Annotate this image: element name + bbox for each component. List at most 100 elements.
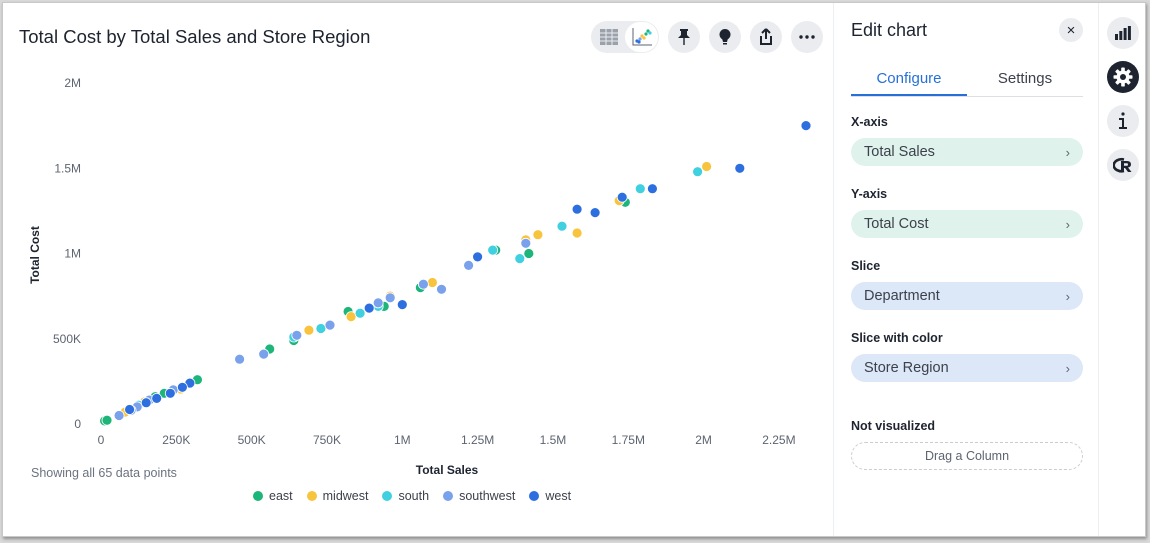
data-point-south[interactable] <box>354 307 366 319</box>
data-point-south[interactable] <box>556 220 568 232</box>
data-point-southwest[interactable] <box>372 297 384 309</box>
data-point-west[interactable] <box>124 404 135 415</box>
data-point-west[interactable] <box>616 191 628 203</box>
x-tick-label: 1M <box>394 433 411 447</box>
y-tick-label: 1M <box>64 247 81 261</box>
data-point-midwest[interactable] <box>571 227 583 239</box>
r-analysis-button[interactable] <box>1107 149 1139 181</box>
y-axis-column-pill[interactable]: Total Cost › <box>851 210 1083 238</box>
x-tick-label: 250K <box>162 433 190 447</box>
data-point-midwest[interactable] <box>701 161 712 172</box>
scatter-plot: 0 500K 1M 1.5M 2M 0 250K 500K 750K 1M 1.25M 1.5M 1.… <box>28 76 812 477</box>
data-point-west[interactable] <box>647 183 658 195</box>
r-language-icon <box>1113 157 1132 173</box>
legend-item-midwest[interactable]: midwest <box>306 489 369 503</box>
data-point-west[interactable] <box>472 251 484 263</box>
tab-configure[interactable]: Configure <box>851 69 967 96</box>
slice-with-color-column-name: Store Region <box>864 360 949 376</box>
settings-gear-icon <box>1113 67 1133 87</box>
x-axis-column-pill[interactable]: Total Sales › <box>851 138 1083 166</box>
slice-label: Slice <box>851 259 881 273</box>
slice-with-color-label: Slice with color <box>851 331 943 345</box>
data-point-east[interactable] <box>523 248 535 259</box>
y-axis-title: Total Cost <box>28 226 42 284</box>
x-axis-title: Total Sales <box>416 463 479 477</box>
y-tick-label: 2M <box>64 76 81 90</box>
chevron-right-icon: › <box>1065 216 1070 232</box>
legend-item-west[interactable]: west <box>529 489 571 503</box>
data-point-midwest[interactable] <box>532 229 544 241</box>
data-point-southwest[interactable] <box>113 410 125 421</box>
data-point-south[interactable] <box>315 323 327 334</box>
data-points-count: Showing all 65 data points <box>31 466 177 480</box>
data-point-southwest[interactable] <box>520 237 532 249</box>
data-point-south[interactable] <box>514 253 526 265</box>
edit-chart-panel: Edit chart × Configure Settings X-axis T… <box>833 3 1099 536</box>
x-tick-label: 1.5M <box>540 433 567 447</box>
info-button[interactable] <box>1107 105 1139 137</box>
panel-tabs: Configure Settings <box>851 69 1083 97</box>
data-point-west[interactable] <box>571 203 583 215</box>
data-point-south[interactable] <box>692 166 703 178</box>
data-point-south[interactable] <box>634 183 646 195</box>
data-point-west[interactable] <box>140 397 152 409</box>
data-point-southwest[interactable] <box>463 259 475 271</box>
y-tick-label: 1.5M <box>54 161 81 175</box>
y-tick-label: 0 <box>74 417 81 431</box>
data-point-midwest[interactable] <box>303 324 315 336</box>
tab-settings[interactable]: Settings <box>967 69 1083 96</box>
data-point-southwest[interactable] <box>417 278 429 290</box>
x-tick-label: 2.25M <box>762 433 795 447</box>
x-tick-label: 1.75M <box>612 433 645 447</box>
legend-item-east[interactable]: east <box>253 489 293 503</box>
data-point-southwest[interactable] <box>234 353 246 365</box>
data-point-west[interactable] <box>151 392 163 404</box>
slice-column-name: Department <box>864 288 940 304</box>
y-axis-column-name: Total Cost <box>864 216 929 232</box>
chart-legend: east midwest south southwest west <box>253 489 571 503</box>
data-point-east[interactable] <box>101 414 113 426</box>
data-point-southwest[interactable] <box>436 283 447 295</box>
data-point-southwest[interactable] <box>324 319 336 331</box>
chart-area: Total Cost by Total Sales and Store Regi… <box>3 3 833 536</box>
data-point-west[interactable] <box>164 387 176 399</box>
legend-dot-icon <box>306 491 317 501</box>
legend-dot-icon <box>443 491 454 501</box>
data-point-midwest[interactable] <box>345 311 357 323</box>
legend-item-south[interactable]: south <box>382 489 429 503</box>
legend-label: east <box>269 489 293 503</box>
not-visualized-label: Not visualized <box>851 419 936 433</box>
drag-column-dropzone[interactable]: Drag a Column <box>851 442 1083 470</box>
data-point-southwest[interactable] <box>384 292 396 304</box>
data-point-west[interactable] <box>734 162 746 174</box>
legend-item-southwest[interactable]: southwest <box>443 489 515 503</box>
slice-with-color-column-pill[interactable]: Store Region › <box>851 354 1083 382</box>
data-point-midwest[interactable] <box>426 277 438 288</box>
info-icon <box>1119 112 1127 129</box>
data-point-west[interactable] <box>396 299 408 311</box>
chart-type-icon <box>1115 26 1131 40</box>
y-axis-label: Y-axis <box>851 187 888 201</box>
data-point-southwest[interactable] <box>258 348 270 360</box>
chart-type-button[interactable] <box>1107 17 1139 49</box>
chevron-right-icon: › <box>1065 360 1070 376</box>
x-tick-label: 2M <box>695 433 712 447</box>
legend-dot-icon <box>529 491 540 501</box>
right-rail <box>1099 3 1147 536</box>
chevron-right-icon: › <box>1065 144 1070 160</box>
x-tick-label: 1.25M <box>461 433 494 447</box>
data-point-west[interactable] <box>589 207 601 219</box>
slice-column-pill[interactable]: Department › <box>851 282 1083 310</box>
legend-label: midwest <box>322 489 369 503</box>
legend-dot-icon <box>382 491 393 501</box>
chart-settings-button[interactable] <box>1107 61 1139 93</box>
panel-title: Edit chart <box>851 20 928 40</box>
x-axis-column-name: Total Sales <box>864 144 935 160</box>
x-axis-label: X-axis <box>851 115 888 129</box>
data-point-southwest[interactable] <box>291 329 303 341</box>
data-point-west[interactable] <box>363 302 375 314</box>
data-point-west[interactable] <box>800 120 812 131</box>
data-point-south[interactable] <box>487 244 499 256</box>
close-panel-button[interactable]: × <box>1059 18 1083 42</box>
data-point-west[interactable] <box>176 381 188 393</box>
